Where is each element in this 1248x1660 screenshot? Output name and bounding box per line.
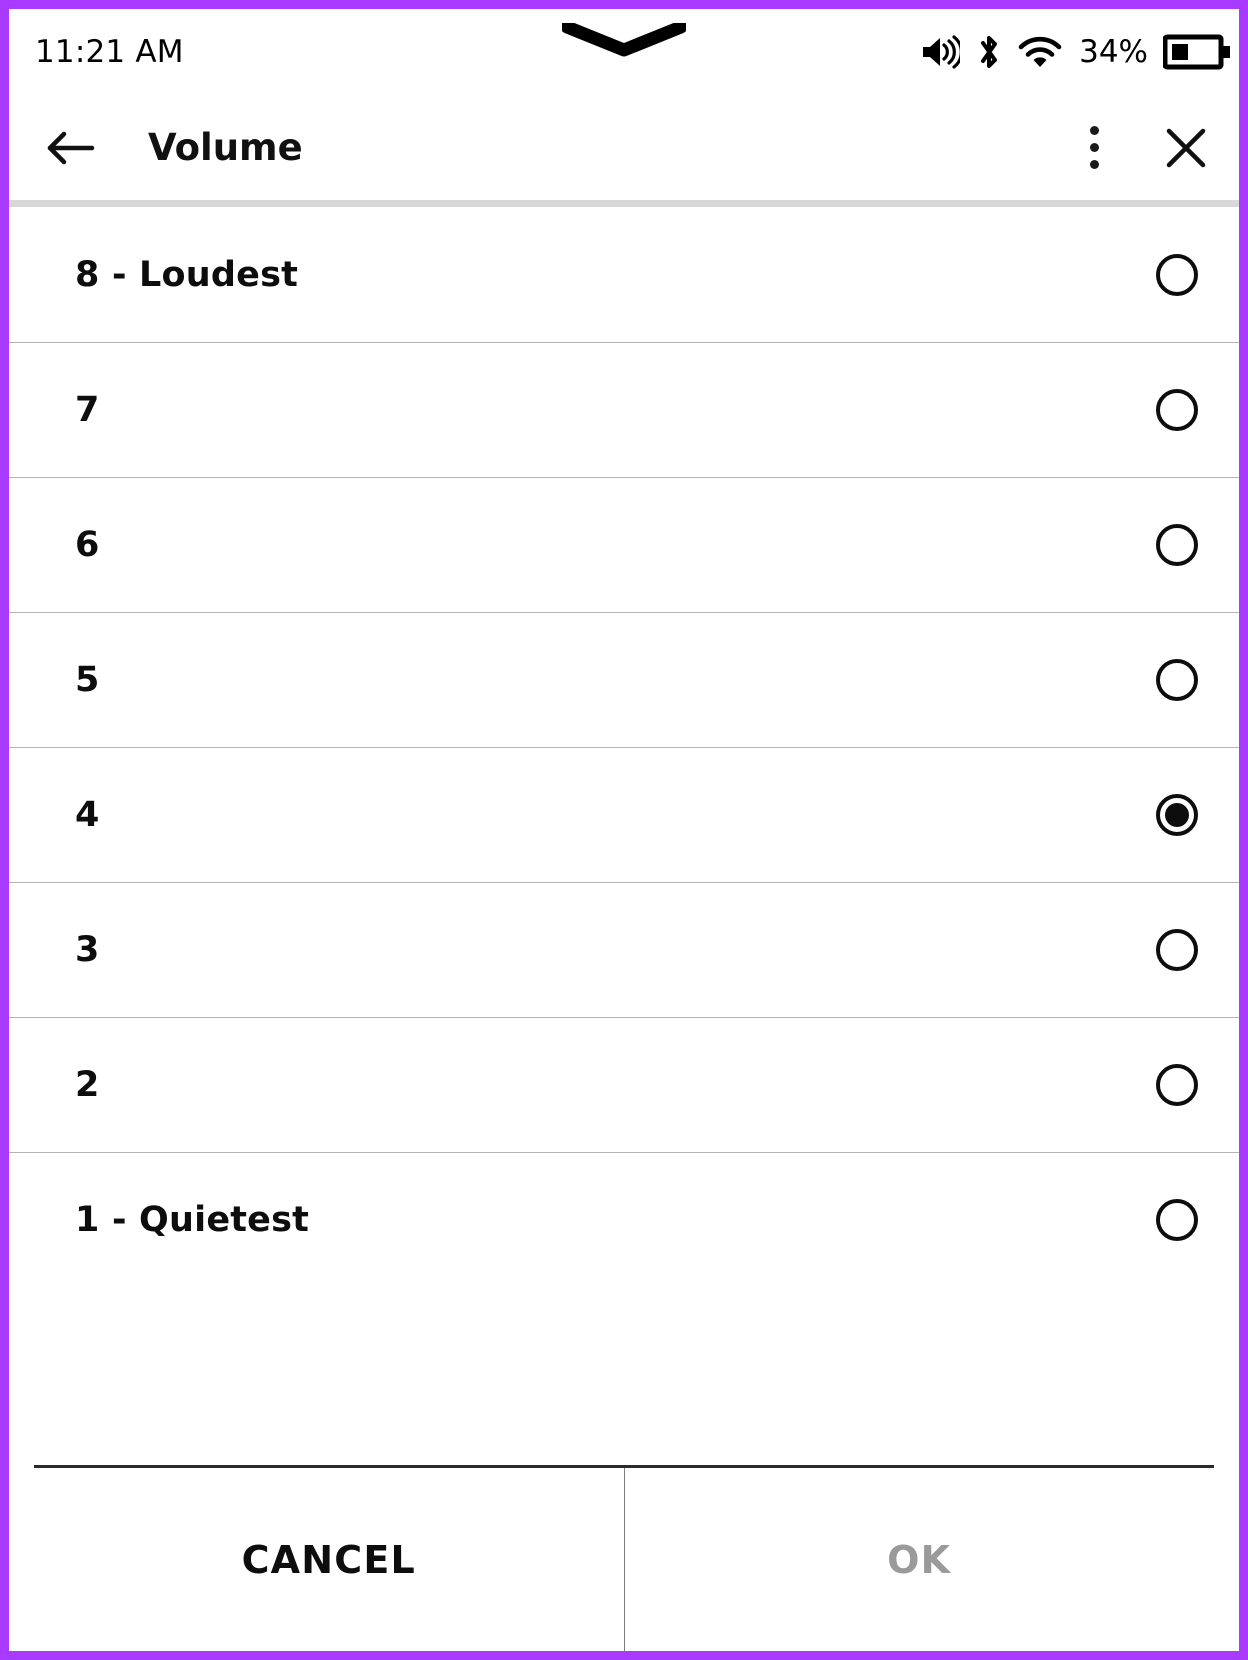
- volume-option-list: 8 - Loudest 7 6 5 4 3 2 1 - Quietest: [9, 207, 1239, 1465]
- list-item-label: 7: [75, 389, 100, 430]
- bluetooth-icon: [977, 33, 1001, 71]
- radio-indicator: [1156, 1063, 1198, 1106]
- back-arrow-icon[interactable]: [39, 117, 101, 179]
- page-title: Volume: [148, 126, 303, 169]
- list-item-label: 2: [75, 1064, 100, 1105]
- radio-button[interactable]: [1115, 928, 1239, 971]
- list-item-label: 1 - Quietest: [75, 1199, 310, 1240]
- ok-button[interactable]: OK: [625, 1468, 1215, 1651]
- device-screen: 11:21 AM 34% Volume 8 - Loudest 7 6 5 4 …: [9, 9, 1239, 1651]
- kebab-dot: [1089, 126, 1099, 135]
- toolbar-right-group: [1063, 117, 1217, 179]
- radio-button[interactable]: [1115, 1198, 1239, 1241]
- radio-indicator: [1156, 928, 1198, 971]
- list-item[interactable]: 4: [9, 747, 1239, 882]
- radio-indicator: [1156, 388, 1198, 431]
- list-item[interactable]: 5: [9, 612, 1239, 747]
- kebab-dot: [1089, 143, 1099, 152]
- list-item-label: 8 - Loudest: [75, 254, 299, 295]
- list-item-label: 6: [75, 524, 100, 565]
- list-item-label: 3: [75, 929, 100, 970]
- radio-button[interactable]: [1115, 1063, 1239, 1106]
- list-item[interactable]: 2: [9, 1017, 1239, 1152]
- device-frame: 11:21 AM 34% Volume 8 - Loudest 7 6 5 4 …: [0, 0, 1248, 1660]
- close-icon[interactable]: [1155, 117, 1217, 179]
- toolbar: Volume: [9, 95, 1239, 200]
- radio-button[interactable]: [1115, 658, 1239, 701]
- volume-icon: [920, 34, 961, 70]
- list-item-label: 5: [75, 659, 100, 700]
- toolbar-left-group: Volume: [39, 117, 1063, 179]
- status-icons: 34%: [920, 33, 1233, 71]
- kebab-dot: [1089, 160, 1099, 169]
- list-item-label: 4: [75, 794, 100, 835]
- radio-button[interactable]: [1115, 253, 1239, 296]
- radio-button[interactable]: [1115, 388, 1239, 431]
- status-clock: 11:21 AM: [35, 33, 184, 70]
- radio-indicator: [1156, 523, 1198, 566]
- cancel-button[interactable]: CANCEL: [34, 1468, 624, 1651]
- radio-indicator: [1156, 1198, 1198, 1241]
- list-item[interactable]: 3: [9, 882, 1239, 1017]
- overflow-menu-icon[interactable]: [1063, 117, 1125, 179]
- list-item[interactable]: 1 - Quietest: [9, 1152, 1239, 1287]
- toolbar-separator: [9, 200, 1239, 207]
- list-item[interactable]: 6: [9, 477, 1239, 612]
- list-item[interactable]: 7: [9, 342, 1239, 477]
- radio-button[interactable]: [1115, 793, 1239, 836]
- battery-icon: [1163, 34, 1231, 70]
- status-bar: 11:21 AM 34%: [9, 9, 1239, 95]
- battery-percent: 34%: [1079, 33, 1148, 70]
- radio-indicator-selected: [1156, 793, 1198, 836]
- radio-button[interactable]: [1115, 523, 1239, 566]
- radio-indicator: [1156, 253, 1198, 296]
- kebab-dots: [1089, 126, 1099, 169]
- wifi-icon: [1018, 35, 1062, 69]
- radio-indicator: [1156, 658, 1198, 701]
- list-item[interactable]: 8 - Loudest: [9, 207, 1239, 342]
- dialog-footer: CANCEL OK: [34, 1465, 1214, 1651]
